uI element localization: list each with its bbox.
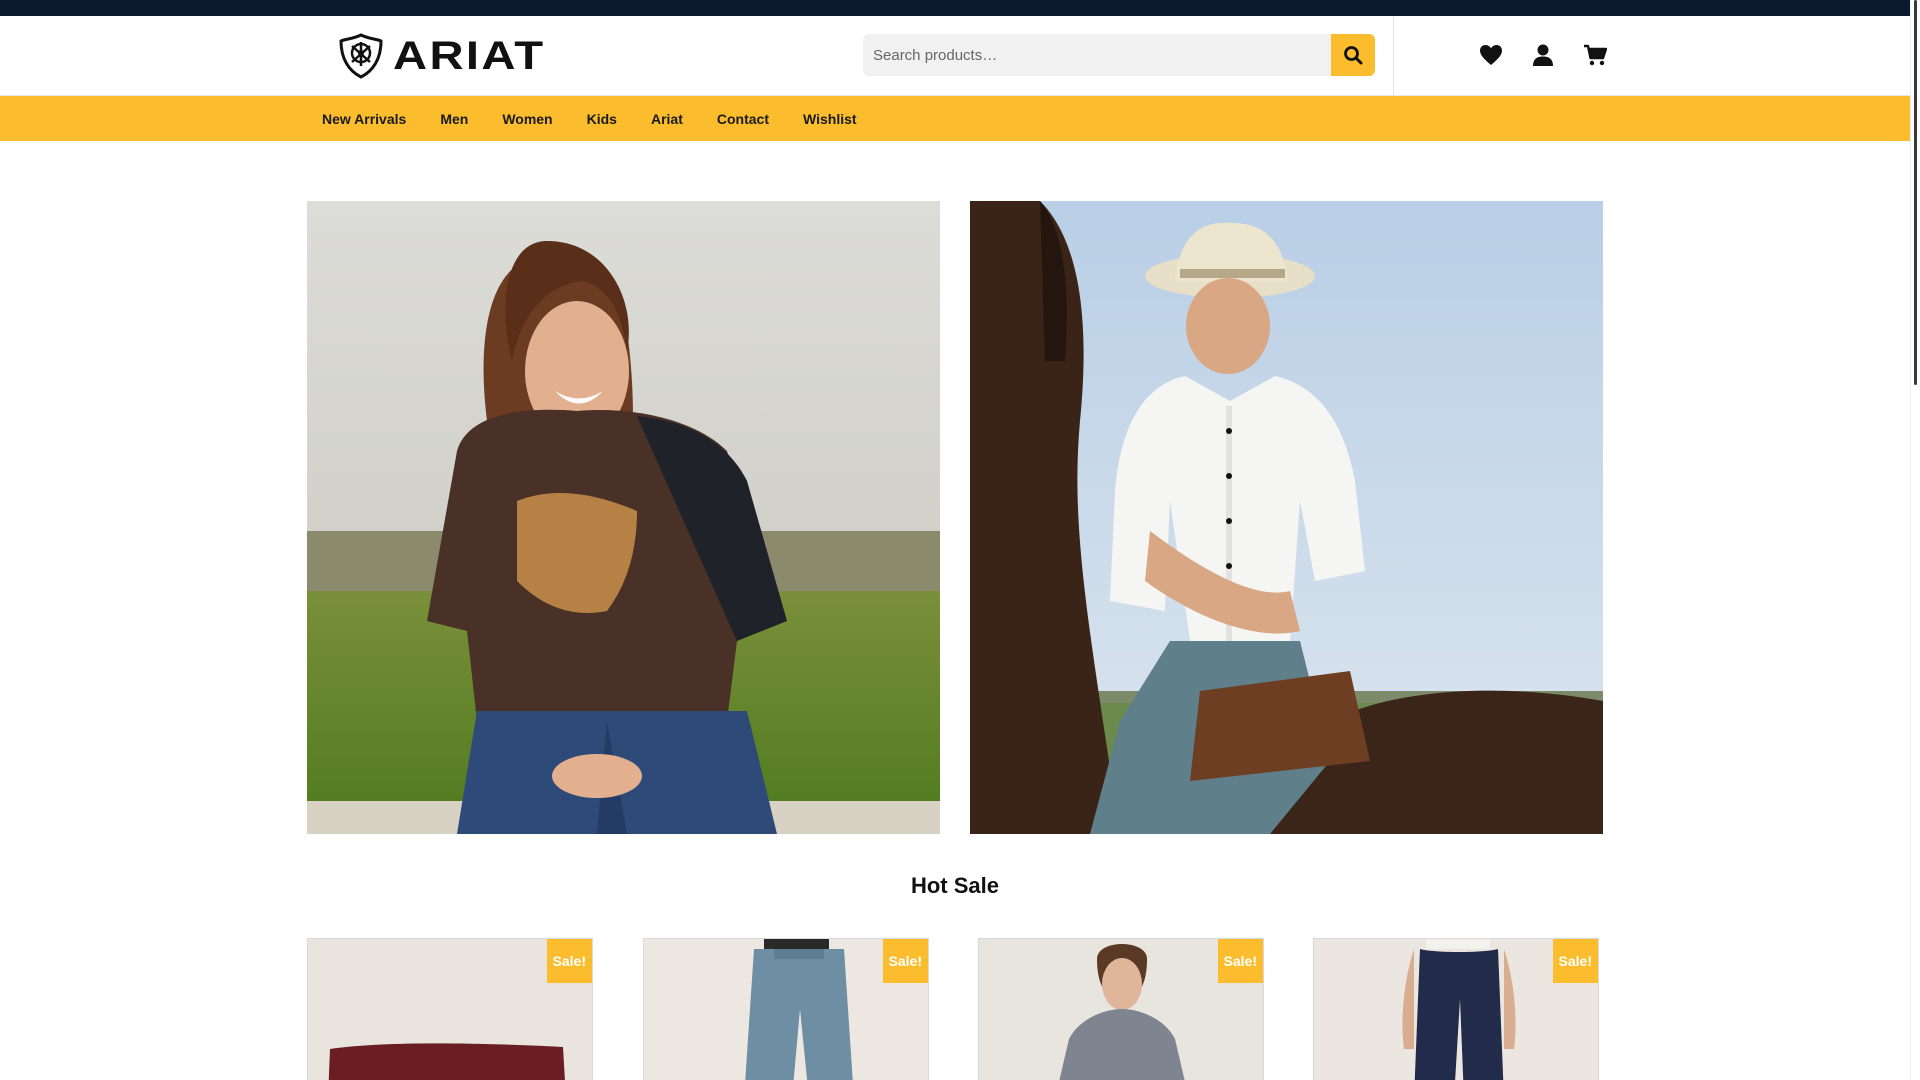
- header-icons: [1478, 42, 1608, 68]
- hero-banner-women[interactable]: [307, 201, 940, 834]
- hero-banner-men[interactable]: [970, 201, 1603, 834]
- logo-wordmark: ARIAT: [393, 33, 546, 78]
- hero-women-image: [307, 201, 940, 834]
- nav-item-women[interactable]: Women: [485, 111, 569, 127]
- hero-men-image: [970, 201, 1603, 834]
- wishlist-button[interactable]: [1478, 42, 1504, 68]
- top-strip: [0, 0, 1910, 16]
- brand-logo[interactable]: ARIAT: [339, 32, 543, 80]
- nav-item-contact[interactable]: Contact: [700, 111, 786, 127]
- user-icon: [1533, 44, 1553, 66]
- search-button[interactable]: [1331, 34, 1375, 76]
- nav-item-wishlist[interactable]: Wishlist: [786, 111, 874, 127]
- search-input[interactable]: [863, 34, 1331, 76]
- heart-icon: [1480, 45, 1502, 65]
- cart-icon: [1584, 44, 1607, 66]
- sale-badge: Sale!: [546, 939, 592, 983]
- nav-item-kids[interactable]: Kids: [570, 111, 634, 127]
- nav-item-ariat[interactable]: Ariat: [634, 111, 700, 127]
- account-button[interactable]: [1530, 42, 1556, 68]
- scrollbar-thumb[interactable]: [1914, 0, 1917, 385]
- sale-badge: Sale!: [1552, 939, 1598, 983]
- product-card[interactable]: Sale!: [978, 938, 1264, 1080]
- nav-item-men[interactable]: Men: [423, 111, 485, 127]
- page: ARIAT Search products… New Arrivals Men …: [0, 0, 1920, 1080]
- product-card[interactable]: Sale!: [643, 938, 929, 1080]
- product-card[interactable]: Sale!: [307, 938, 593, 1080]
- search-bar: [863, 34, 1375, 76]
- product-card[interactable]: Sale!: [1313, 938, 1599, 1080]
- nav-items: New Arrivals Men Women Kids Ariat Contac…: [305, 96, 874, 141]
- header-divider: [1393, 16, 1394, 96]
- search-icon: [1344, 46, 1363, 65]
- hot-sale-title: Hot Sale: [910, 873, 1000, 898]
- sale-badge: Sale!: [882, 939, 928, 983]
- nav-item-new-arrivals[interactable]: New Arrivals: [305, 111, 423, 127]
- site-header: ARIAT: [0, 16, 1910, 96]
- logo-emblem-icon: [339, 33, 383, 79]
- main-nav: New Arrivals Men Women Kids Ariat Contac…: [0, 96, 1910, 141]
- cart-button[interactable]: [1582, 42, 1608, 68]
- sale-badge: Sale!: [1217, 939, 1263, 983]
- page-scrollbar[interactable]: [1910, 0, 1920, 1080]
